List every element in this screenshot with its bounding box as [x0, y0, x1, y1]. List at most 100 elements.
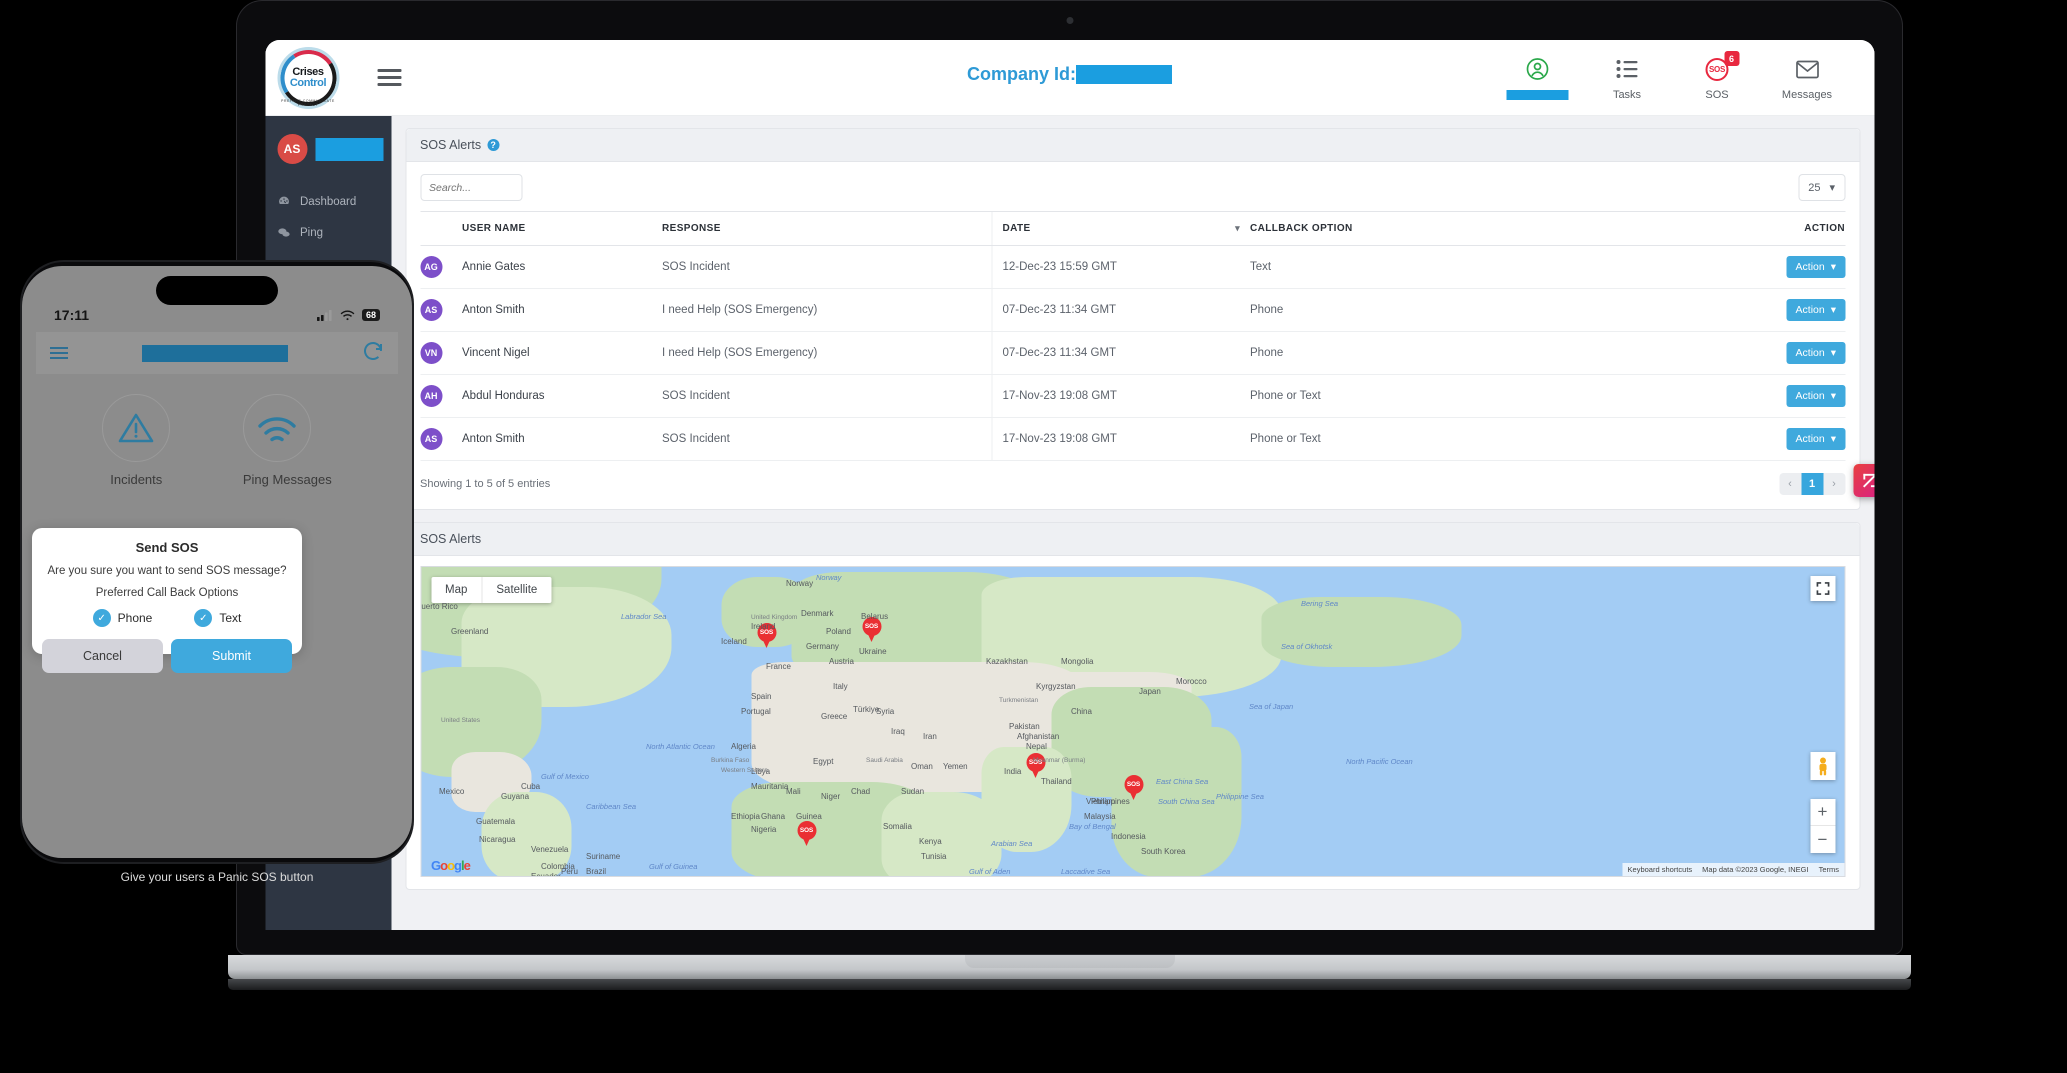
- map-country-label: Myanmar (Burma): [1033, 757, 1086, 764]
- map-pin-nigeria[interactable]: SOS: [797, 821, 816, 847]
- map-type-satellite[interactable]: Satellite: [481, 577, 551, 603]
- map-sea-label: Sea of Japan: [1249, 702, 1294, 711]
- map-sea-label: Laccadive Sea: [1061, 867, 1111, 876]
- fullscreen-icon[interactable]: [1810, 576, 1835, 601]
- crises-control-logo[interactable]: Crises Control PREPARE COMMUNICATE PROTE…: [274, 44, 342, 111]
- map-landmass: [881, 792, 1001, 876]
- pagination: ‹ 1 ›: [1779, 473, 1845, 495]
- hamburger-icon[interactable]: [50, 344, 68, 362]
- zoom-in-button[interactable]: +: [1810, 799, 1835, 826]
- chevron-down-icon: ▾: [1829, 182, 1835, 194]
- cancel-button[interactable]: Cancel: [42, 639, 163, 673]
- row-user-name: Anton Smith: [462, 417, 662, 461]
- keyboard-shortcuts-link[interactable]: Keyboard shortcuts: [1623, 863, 1698, 876]
- checkbox-checked-icon: ✓: [92, 609, 111, 627]
- dialog-options-label: Preferred Call Back Options: [95, 587, 239, 599]
- map-country-label: Poland: [826, 627, 851, 636]
- header-item-messages[interactable]: Messages: [1776, 56, 1838, 101]
- page-length-select[interactable]: 25 ▾: [1798, 174, 1845, 201]
- map-country-label: South Korea: [1141, 847, 1186, 856]
- map-country-label: Mexico: [439, 787, 465, 796]
- phone-tile-incidents-label: Incidents: [110, 472, 163, 487]
- row-response: I need Help (SOS Emergency): [662, 331, 992, 375]
- zoom-out-button[interactable]: −: [1810, 826, 1835, 853]
- avatar: AS: [420, 299, 442, 321]
- sidebar-item-dashboard[interactable]: Dashboard: [265, 186, 391, 217]
- pagination-prev[interactable]: ‹: [1779, 473, 1801, 495]
- header-item-profile[interactable]: [1506, 56, 1568, 105]
- map-country-label: Philippines: [1091, 797, 1130, 806]
- header-item-tasks[interactable]: Tasks: [1596, 56, 1658, 101]
- row-avatar-cell: AG: [420, 245, 462, 289]
- map-country-label: Portugal: [741, 707, 771, 716]
- map-country-label: Burkina Faso: [711, 757, 750, 764]
- map-country-label: Oman: [911, 762, 933, 771]
- table-row: VN Vincent Nigel I need Help (SOS Emergenc…: [420, 331, 1845, 375]
- map-country-label: Peru: [561, 867, 578, 876]
- action-button[interactable]: Action ▾: [1786, 342, 1845, 364]
- pin-tip: [801, 835, 811, 846]
- map-country-label: Algeria: [731, 742, 756, 751]
- refresh-icon[interactable]: [362, 340, 384, 367]
- zendesk-widget-button[interactable]: [1853, 464, 1874, 497]
- map-country-label: Chad: [851, 787, 871, 796]
- phone-tile-ping-label: Ping Messages: [242, 472, 332, 487]
- question-mark-icon[interactable]: ?: [487, 139, 500, 151]
- map-country-label: Nepal: [1026, 742, 1047, 751]
- map-country-label: Belarus: [861, 612, 889, 621]
- map-sea-label: Norway: [816, 573, 842, 582]
- action-button[interactable]: Action ▾: [1786, 256, 1845, 278]
- header-item-sos[interactable]: SOS 6 SOS: [1686, 51, 1748, 101]
- map-country-label: Morocco: [1176, 677, 1207, 686]
- table-row: AS Anton Smith SOS Incident 17-Nov-23 19:08…: [420, 417, 1845, 461]
- col-action: ACTION: [1500, 211, 1845, 246]
- phone-tile-incidents[interactable]: Incidents: [102, 394, 171, 487]
- header-actions: Tasks SOS 6 SOS Messages: [1506, 50, 1874, 105]
- table-row: AG Annie Gates SOS Incident 12-Dec-23 15:59…: [420, 245, 1845, 289]
- row-user-name: Anton Smith: [462, 288, 662, 332]
- chevron-down-icon: ▾: [1830, 347, 1836, 359]
- col-callback-option[interactable]: CALLBACK OPTION: [1250, 211, 1500, 246]
- submit-button[interactable]: Submit: [171, 639, 292, 673]
- map-country-label: Italy: [833, 682, 848, 691]
- map-sea-label: South China Sea: [1158, 797, 1215, 806]
- pagination-next[interactable]: ›: [1823, 473, 1845, 495]
- browser-screen: Crises Control PREPARE COMMUNICATE PROTE…: [265, 40, 1874, 930]
- action-button[interactable]: Action ▾: [1786, 385, 1845, 407]
- company-id: Company Id:: [967, 64, 1173, 85]
- row-response: SOS Incident: [662, 374, 992, 418]
- row-action-cell: Action ▾: [1500, 374, 1845, 418]
- col-response[interactable]: RESPONSE: [662, 211, 992, 246]
- laptop-mockup: Crises Control PREPARE COMMUNICATE PROTE…: [228, 0, 1911, 990]
- sidebar-toggle-icon[interactable]: [377, 65, 401, 90]
- search-input[interactable]: [420, 174, 522, 201]
- terms-link[interactable]: Terms: [1814, 863, 1844, 876]
- warning-triangle-icon: [102, 394, 171, 462]
- option-text[interactable]: ✓ Text: [194, 609, 241, 627]
- map-landmass: [1261, 597, 1461, 667]
- map-country-label: Iceland: [721, 637, 747, 646]
- hamburger-bar: [50, 352, 68, 354]
- pagination-page-1[interactable]: 1: [1801, 473, 1823, 495]
- action-button[interactable]: Action ▾: [1786, 299, 1845, 321]
- google-map[interactable]: Map Satellite + − Google Keyboard shortc…: [420, 566, 1845, 877]
- map-country-label: Indonesia: [1111, 832, 1146, 841]
- map-country-label: Nigeria: [751, 825, 777, 834]
- col-date[interactable]: DATE ▾: [991, 211, 1250, 246]
- sidebar-user[interactable]: AS: [265, 134, 391, 164]
- action-button[interactable]: Action ▾: [1786, 428, 1845, 450]
- table-footer: Showing 1 to 5 of 5 entries ‹ 1 ›: [420, 461, 1845, 501]
- hamburger-bar: [377, 76, 401, 79]
- col-user-name[interactable]: USER NAME: [462, 211, 662, 246]
- row-date: 17-Nov-23 19:08 GMT: [991, 374, 1250, 418]
- map-country-label: Suriname: [586, 852, 621, 861]
- option-phone[interactable]: ✓ Phone: [92, 609, 152, 627]
- map-type-map[interactable]: Map: [431, 577, 481, 603]
- map-country-label: India: [1004, 767, 1022, 776]
- action-button-label: Action: [1795, 433, 1825, 445]
- sidebar-item-ping[interactable]: Ping: [265, 217, 391, 248]
- phone-tile-ping-messages[interactable]: Ping Messages: [242, 394, 332, 487]
- map-country-label: Kenya: [919, 837, 942, 846]
- pegman-icon[interactable]: [1810, 752, 1835, 780]
- map-country-label: Iran: [923, 732, 937, 741]
